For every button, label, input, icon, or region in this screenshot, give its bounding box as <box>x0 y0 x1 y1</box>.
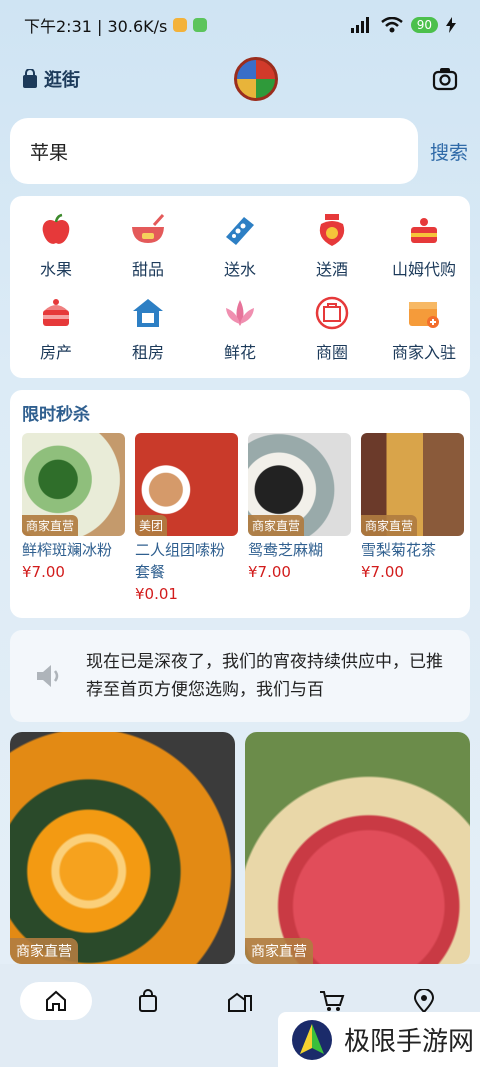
signal-icon <box>350 17 369 33</box>
location-icon <box>414 988 434 1013</box>
category-label: 送酒 <box>315 259 348 279</box>
nav-home[interactable] <box>20 981 92 1020</box>
category-label: 山姆代购 <box>391 259 456 279</box>
lily-flower-icon <box>222 295 258 331</box>
category-label: 鲜花 <box>223 342 256 362</box>
flash-sale-item[interactable]: 美团 二人组团嗦粉套餐 ¥0.01 <box>135 433 238 603</box>
top-bar: 逛街 <box>0 55 480 103</box>
shopping-bag-icon <box>23 69 37 88</box>
category-label: 送水 <box>223 259 256 279</box>
city-buildings-icon <box>228 992 252 1012</box>
home-icon <box>46 990 66 1011</box>
app-logo <box>234 57 278 101</box>
cake-house-icon <box>38 295 74 331</box>
battery-level: 90 <box>410 17 438 33</box>
product-tag: 商家直营 <box>22 515 79 536</box>
product-price: ¥7.00 <box>361 563 404 581</box>
shopping-bag-icon <box>139 988 157 1012</box>
category-flower[interactable]: 鲜花 <box>194 287 286 370</box>
flash-sale-section: 限时秒杀 商家直营 鲜榨斑斓冰粉 ¥7.00 美团 二人组团嗦粉套餐 ¥0.01… <box>10 390 470 618</box>
product-image: 商家直营 <box>361 433 464 536</box>
product-card[interactable]: 商家直营 <box>10 732 235 964</box>
product-tag: 商家直营 <box>245 938 313 964</box>
notice-banner[interactable]: 现在已是深夜了，我们的宵夜持续供应中，已推荐至首页方便您选购，我们与百 <box>10 630 470 722</box>
product-price: ¥7.00 <box>22 563 65 581</box>
product-price: ¥7.00 <box>248 563 291 581</box>
store-join-icon <box>406 295 442 331</box>
notice-text: 现在已是深夜了，我们的宵夜持续供应中，已推荐至首页方便您选购，我们与百 <box>86 652 443 700</box>
flash-sale-item[interactable]: 商家直营 鸳鸯芝麻糊 ¥7.00 <box>248 433 351 603</box>
nav-shop[interactable] <box>112 982 184 1020</box>
product-image: 商家直营 <box>248 433 351 536</box>
category-water[interactable]: 送水 <box>194 204 286 287</box>
category-label: 房产 <box>39 342 72 362</box>
apple-icon <box>38 212 74 248</box>
flash-sale-item[interactable]: 商家直营 鲜榨斑斓冰粉 ¥7.00 <box>22 433 125 603</box>
category-realestate[interactable]: 房产 <box>10 287 102 370</box>
category-liquor[interactable]: 送酒 <box>286 204 378 287</box>
notification-icon <box>173 18 188 32</box>
category-label: 甜品 <box>131 259 164 279</box>
product-tag: 商家直营 <box>361 515 418 536</box>
rent-house-icon <box>130 295 166 331</box>
wifi-icon <box>380 17 403 33</box>
camera-icon[interactable] <box>432 67 458 91</box>
charging-icon <box>446 17 456 33</box>
category-label: 商家入驻 <box>391 342 456 362</box>
category-business-circle[interactable]: 商圈 <box>286 287 378 370</box>
liquor-jar-icon <box>314 212 350 248</box>
water-delivery-icon <box>222 212 258 248</box>
shop-circle-icon <box>314 295 350 331</box>
search-input-value: 苹果 <box>30 141 69 164</box>
nav-city[interactable] <box>204 982 276 1020</box>
cake-icon <box>406 212 442 248</box>
search-input[interactable]: 苹果 <box>10 118 418 184</box>
cart-icon <box>320 990 345 1011</box>
dessert-bowl-icon <box>130 212 166 248</box>
product-name: 二人组团嗦粉套餐 <box>135 541 226 581</box>
app-notification-icon <box>193 18 208 32</box>
category-label: 租房 <box>131 342 164 362</box>
category-fruit[interactable]: 水果 <box>10 204 102 287</box>
product-name: 鸳鸯芝麻糊 <box>248 541 324 559</box>
product-price: ¥0.01 <box>135 585 178 603</box>
category-dessert[interactable]: 甜品 <box>102 204 194 287</box>
product-name: 雪梨菊花茶 <box>361 541 437 559</box>
category-sam[interactable]: 山姆代购 <box>378 204 470 287</box>
status-bar: 下午2:31 | 30.6K/s 90 <box>0 0 480 50</box>
category-panel: 水果 甜品 送水 送酒 山姆代购 房产 租房 鲜花 商圈 商家入驻 <box>10 196 470 378</box>
product-image: 美团 <box>135 433 238 536</box>
category-rent[interactable]: 租房 <box>102 287 194 370</box>
category-label: 商圈 <box>315 342 348 362</box>
product-image: 商家直营 <box>22 433 125 536</box>
search-button[interactable]: 搜索 <box>430 138 468 165</box>
flash-sale-item[interactable]: 商家直营 雪梨菊花茶 ¥7.00 <box>361 433 464 603</box>
product-tag: 商家直营 <box>248 515 305 536</box>
category-merchant-join[interactable]: 商家入驻 <box>378 287 470 370</box>
status-time-speed: 下午2:31 | 30.6K/s <box>24 17 168 36</box>
watermark-text: 极限手游网 <box>344 1027 475 1057</box>
browse-button[interactable]: 逛街 <box>22 66 80 92</box>
speaker-icon <box>37 665 59 687</box>
product-name: 鲜榨斑斓冰粉 <box>22 541 113 559</box>
product-tag: 商家直营 <box>10 938 78 964</box>
browse-label: 逛街 <box>44 70 80 91</box>
flash-sale-title: 限时秒杀 <box>22 405 90 425</box>
category-label: 水果 <box>39 259 72 279</box>
product-tag: 美团 <box>135 515 168 536</box>
product-card[interactable]: 商家直营 <box>245 732 470 964</box>
watermark: 极限手游网 <box>278 1012 480 1067</box>
watermark-logo-icon <box>292 1019 332 1060</box>
